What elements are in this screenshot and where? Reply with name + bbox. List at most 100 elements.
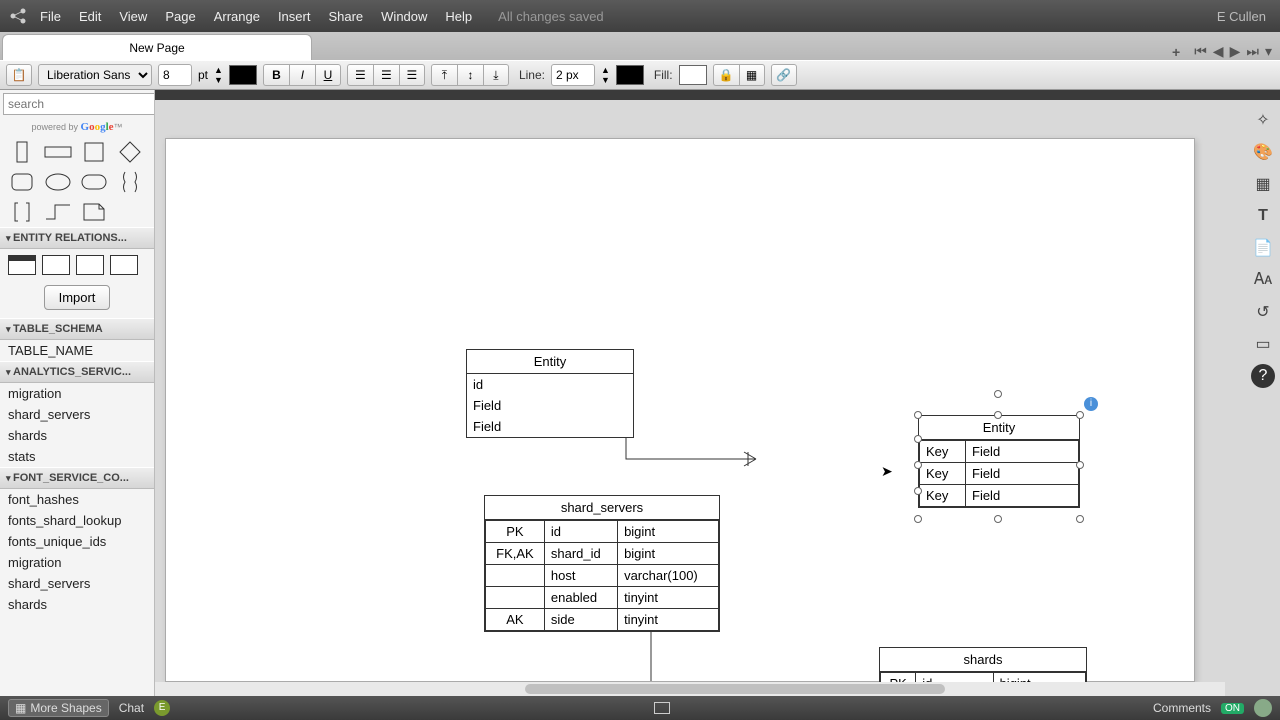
- fill-color-swatch[interactable]: [679, 65, 707, 85]
- prev-page-icon[interactable]: ◀: [1213, 43, 1224, 60]
- comments-label[interactable]: Comments: [1153, 701, 1211, 715]
- section-analytics[interactable]: ANALYTICS_SERVIC...: [0, 361, 154, 383]
- user-avatar[interactable]: [1254, 699, 1272, 717]
- shape-ellipse-icon[interactable]: [44, 171, 72, 193]
- entity-shard-servers[interactable]: shard_servers PKidbigint FK,AKshard_idbi…: [484, 495, 720, 632]
- add-page-button[interactable]: +: [1172, 44, 1180, 60]
- theme-icon[interactable]: 🎨: [1251, 140, 1275, 164]
- line-width-input[interactable]: [551, 64, 595, 86]
- er-shape-2[interactable]: [42, 255, 70, 275]
- info-badge-icon[interactable]: i: [1084, 397, 1098, 411]
- link-button[interactable]: 🔗: [771, 64, 797, 86]
- menu-page[interactable]: Page: [165, 9, 195, 24]
- shape-hrect-icon[interactable]: [44, 141, 72, 163]
- layout-icon[interactable]: ▦: [1251, 172, 1275, 196]
- comments-toggle[interactable]: ON: [1221, 703, 1244, 714]
- selection-handle[interactable]: [914, 461, 922, 469]
- font-size-stepper[interactable]: ▲▼: [214, 65, 223, 85]
- search-input[interactable]: [3, 93, 155, 115]
- selection-handle[interactable]: [914, 435, 922, 443]
- paste-style-button[interactable]: 📋: [6, 64, 32, 86]
- er-shape-1[interactable]: [8, 255, 36, 275]
- last-page-icon[interactable]: ⏭: [1246, 43, 1259, 60]
- selection-handle[interactable]: [1076, 411, 1084, 419]
- shape-brace-icon[interactable]: [116, 171, 144, 193]
- present-mode-icon[interactable]: [654, 702, 670, 714]
- analytics-item[interactable]: stats: [0, 446, 154, 467]
- bold-button[interactable]: B: [263, 64, 289, 86]
- shape-square-icon[interactable]: [80, 141, 108, 163]
- font-item[interactable]: shard_servers: [0, 573, 154, 594]
- er-shape-4[interactable]: [110, 255, 138, 275]
- align-right-button[interactable]: ☰: [399, 64, 425, 86]
- help-icon[interactable]: ?: [1251, 364, 1275, 388]
- present-icon[interactable]: ▭: [1251, 332, 1275, 356]
- selection-handle[interactable]: [914, 487, 922, 495]
- menu-file[interactable]: File: [40, 9, 61, 24]
- shape-diamond-icon[interactable]: [116, 141, 144, 163]
- text-tool-icon[interactable]: T: [1251, 204, 1275, 228]
- menu-share[interactable]: Share: [328, 9, 363, 24]
- rotate-handle[interactable]: [994, 390, 1002, 398]
- entity-simple[interactable]: Entity id Field Field: [466, 349, 634, 438]
- font-item[interactable]: migration: [0, 552, 154, 573]
- italic-button[interactable]: I: [289, 64, 315, 86]
- drawing-canvas[interactable]: Entity id Field Field Entity KeyField Ke…: [165, 138, 1195, 682]
- analytics-item[interactable]: shards: [0, 425, 154, 446]
- menu-view[interactable]: View: [119, 9, 147, 24]
- font-size-input[interactable]: [158, 64, 192, 86]
- font-select[interactable]: Liberation Sans: [38, 64, 152, 86]
- selection-handle[interactable]: [1076, 461, 1084, 469]
- align-left-button[interactable]: ☰: [347, 64, 373, 86]
- er-shape-3[interactable]: [76, 255, 104, 275]
- chat-user-badge[interactable]: E: [154, 700, 170, 716]
- page-tab[interactable]: New Page: [2, 34, 312, 60]
- text-color-swatch[interactable]: [229, 65, 257, 85]
- more-shapes-button[interactable]: ▦ More Shapes: [8, 699, 109, 717]
- analytics-item[interactable]: shard_servers: [0, 404, 154, 425]
- menu-insert[interactable]: Insert: [278, 9, 311, 24]
- underline-button[interactable]: U: [315, 64, 341, 86]
- menu-help[interactable]: Help: [445, 9, 472, 24]
- valign-bottom-button[interactable]: ⤓: [483, 64, 509, 86]
- valign-top-button[interactable]: ⤒: [431, 64, 457, 86]
- selection-handle[interactable]: [914, 515, 922, 523]
- horizontal-scrollbar[interactable]: [155, 682, 1225, 696]
- section-table-schema[interactable]: TABLE_SCHEMA: [0, 318, 154, 340]
- font-item[interactable]: fonts_shard_lookup: [0, 510, 154, 531]
- line-color-swatch[interactable]: [616, 65, 644, 85]
- align-center-button[interactable]: ☰: [373, 64, 399, 86]
- selection-handle[interactable]: [994, 515, 1002, 523]
- scrollbar-thumb[interactable]: [525, 684, 945, 694]
- shape-vrect-icon[interactable]: [8, 141, 36, 163]
- navigator-icon[interactable]: ✧: [1251, 108, 1275, 132]
- shape-step-icon[interactable]: [44, 201, 72, 223]
- font-item[interactable]: shards: [0, 594, 154, 615]
- font-item[interactable]: font_hashes: [0, 489, 154, 510]
- page-icon[interactable]: 📄: [1251, 236, 1275, 260]
- page-dropdown-icon[interactable]: ▾: [1265, 43, 1272, 60]
- selection-handle[interactable]: [994, 411, 1002, 419]
- chat-label[interactable]: Chat: [119, 701, 144, 715]
- canvas-area[interactable]: Entity id Field Field Entity KeyField Ke…: [155, 90, 1280, 696]
- shape-bracket-icon[interactable]: [8, 201, 36, 223]
- menu-window[interactable]: Window: [381, 9, 427, 24]
- section-entity-relations[interactable]: ENTITY RELATIONS...: [0, 227, 154, 249]
- import-button[interactable]: Import: [44, 285, 111, 310]
- menu-edit[interactable]: Edit: [79, 9, 101, 24]
- user-name[interactable]: E Cullen: [1217, 9, 1266, 24]
- valign-middle-button[interactable]: ↕: [457, 64, 483, 86]
- lock-button[interactable]: 🔒: [713, 64, 739, 86]
- schema-item[interactable]: TABLE_NAME: [0, 340, 154, 361]
- next-page-icon[interactable]: ▶: [1230, 43, 1241, 60]
- shape-roundrect-icon[interactable]: [8, 171, 36, 193]
- selection-handle[interactable]: [914, 411, 922, 419]
- selection-handle[interactable]: [1076, 515, 1084, 523]
- shape-pill-icon[interactable]: [80, 171, 108, 193]
- shape-note-icon[interactable]: [80, 201, 108, 223]
- menu-arrange[interactable]: Arrange: [214, 9, 260, 24]
- section-font-service[interactable]: FONT_SERVICE_CO...: [0, 467, 154, 489]
- entity-keyvalue[interactable]: Entity KeyField KeyField KeyField: [918, 415, 1080, 508]
- analytics-item[interactable]: migration: [0, 383, 154, 404]
- master-icon[interactable]: 🗛: [1251, 268, 1275, 292]
